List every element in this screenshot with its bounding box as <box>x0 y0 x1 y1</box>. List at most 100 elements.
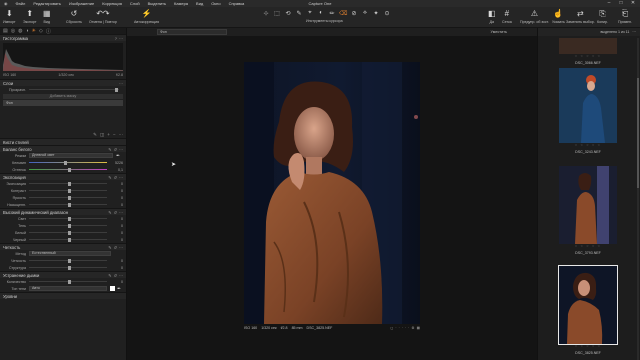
reset-icon[interactable]: ↺ <box>114 273 117 278</box>
thumbnail-image[interactable] <box>558 265 618 345</box>
thumbnail-item-selected[interactable]: ☆ ☆ ☆ ☆ ☆ DSC_3825.NEF <box>558 265 618 355</box>
more-icon[interactable]: ⋯ <box>119 147 123 152</box>
toggle-button[interactable]: ◧ Да <box>488 9 496 24</box>
replace-selection-button[interactable]: ⇄ Заменить выбор. <box>566 9 595 24</box>
help-icon[interactable]: ? <box>115 36 117 41</box>
tab-exposure-icon[interactable]: ☀ <box>32 28 36 34</box>
export-button[interactable]: ⬆ Экспорт <box>23 9 37 24</box>
highlights-slider[interactable] <box>29 216 107 221</box>
more-icon[interactable]: ⋯ <box>119 175 123 180</box>
white-balance-header[interactable]: Баланс белого ✎ ↺ ⋯ <box>0 145 126 152</box>
main-photo[interactable] <box>244 62 420 324</box>
dot-icon[interactable]: · <box>405 326 406 332</box>
levels-header[interactable]: Уровни <box>0 292 126 299</box>
dot-icon[interactable]: · <box>395 326 396 332</box>
thumbnail-item[interactable]: ☆ ☆ ☆ ☆ ☆ DSC_3243.NEF <box>559 68 617 154</box>
browser-menu-icon[interactable]: ⋯ <box>632 30 636 34</box>
tab-meta-icon[interactable]: ⓘ <box>46 28 51 35</box>
thumbnail-image[interactable] <box>559 68 617 143</box>
saturation-slider[interactable] <box>29 202 107 207</box>
delete-layer-icon[interactable]: − <box>113 132 116 137</box>
heal-tool-icon[interactable]: ⊘ <box>350 10 358 17</box>
more-icon[interactable]: ⋯ <box>119 81 123 86</box>
add-layer-icon[interactable]: + <box>107 132 110 137</box>
minimize-icon[interactable]: – <box>604 0 614 6</box>
mask-tool-icon[interactable]: ◐ <box>317 10 325 17</box>
copy-button[interactable]: ⎘ Копир. <box>597 9 608 24</box>
exposure-slider[interactable] <box>29 181 107 186</box>
compare-icon[interactable]: ◻ <box>390 326 393 332</box>
tab-capture-icon[interactable]: ◎ <box>11 28 15 34</box>
menu-window[interactable]: Окно <box>207 1 224 6</box>
thumbnail-image[interactable] <box>559 38 617 54</box>
crop-tool-icon[interactable]: ⬚ <box>273 10 281 17</box>
reset-icon[interactable]: ↺ <box>114 175 117 180</box>
eyedropper-icon[interactable]: ✒ <box>113 153 123 159</box>
more-icon[interactable]: ⋯ <box>119 245 123 250</box>
picker-icon[interactable]: ✎ <box>108 273 111 278</box>
more-icon[interactable]: ⋯ <box>119 36 123 41</box>
menu-camera[interactable]: Камера <box>170 1 192 6</box>
close-icon[interactable]: ✕ <box>628 0 638 6</box>
white-slider[interactable] <box>29 230 107 235</box>
menu-adjustments[interactable]: Коррекция <box>98 1 126 6</box>
picker-icon[interactable]: ✎ <box>108 147 111 152</box>
eyedropper-icon[interactable]: ✒ <box>115 286 123 292</box>
gradient-tool-icon[interactable]: ⟡ <box>361 10 369 17</box>
more-icon[interactable]: ⋯ <box>119 210 123 215</box>
shadow-tone-select[interactable]: Авто <box>29 286 107 291</box>
maximize-icon[interactable]: □ <box>616 0 626 6</box>
tab-color-icon[interactable]: ◑ <box>25 28 28 34</box>
black-slider[interactable] <box>29 237 107 242</box>
rotate-tool-icon[interactable]: ⟲ <box>284 10 292 17</box>
app-logo-icon[interactable]: ◉ <box>0 1 12 6</box>
hdr-header[interactable]: Высокий динамический диапазон ✎ ↺ ⋯ <box>0 208 126 215</box>
reset-icon[interactable]: ↺ <box>114 245 117 250</box>
grid-button[interactable]: # Сетка <box>502 9 512 24</box>
clarity-method-select[interactable]: Естественный <box>29 251 111 256</box>
spot-tool-icon[interactable]: ⌖ <box>306 10 314 17</box>
menu-file[interactable]: Файл <box>12 1 30 6</box>
tab-lens-icon[interactable]: ◍ <box>18 28 22 34</box>
reset-button[interactable]: ↺ Сбросить <box>66 9 82 24</box>
more-icon[interactable]: ⋯ <box>119 273 123 278</box>
thumbnail-item[interactable]: ☆ ☆ ☆ ☆ ☆ DSC_3066.NEF <box>559 38 617 65</box>
picker-icon[interactable]: ✎ <box>108 210 111 215</box>
shadows-slider[interactable] <box>29 223 107 228</box>
thumbnail-image[interactable] <box>559 166 617 244</box>
annotate-tool-icon[interactable]: ⊙ <box>383 10 391 17</box>
brightness-slider[interactable] <box>29 195 107 200</box>
eraser-tool-icon[interactable]: ⌫ <box>339 10 347 17</box>
reset-icon[interactable]: ↺ <box>114 147 117 152</box>
apply-button[interactable]: ⎗ Примен. <box>618 9 632 24</box>
clarity-slider[interactable] <box>29 258 107 263</box>
menu-help[interactable]: Справка <box>225 1 249 6</box>
menu-view[interactable]: Вид <box>192 1 207 6</box>
tab-library-icon[interactable]: ▤ <box>3 28 8 34</box>
browser-scrollbar[interactable] <box>637 38 639 360</box>
exposure-warning-button[interactable]: ⚠ Предупр. об экст. <box>520 9 549 24</box>
histogram-header[interactable]: Гистограмма ? ⋯ <box>0 34 126 41</box>
kelvin-slider[interactable] <box>29 160 107 165</box>
pan-tool-icon[interactable]: ⊹ <box>262 10 270 17</box>
fit-zoom-control[interactable]: Уместить <box>491 30 507 34</box>
viewer-layer-select[interactable]: Фон <box>157 29 227 35</box>
layer-menu-icon[interactable]: ⋯ <box>119 132 124 138</box>
point-button[interactable]: ☝ Указать <box>552 9 565 24</box>
clarity-header[interactable]: Четкость ✎ ↺ ⋯ <box>0 243 126 250</box>
menu-layer[interactable]: Слой <box>126 1 144 6</box>
reset-icon[interactable]: ↺ <box>114 210 117 215</box>
brush-icon[interactable]: ✎ <box>93 132 97 138</box>
picker-icon[interactable]: ✎ <box>108 245 111 250</box>
options-icon[interactable]: ⚙ <box>411 326 414 332</box>
layers-header[interactable]: Слои ⋯ <box>0 79 126 86</box>
image-viewer[interactable]: Фон Уместить ISO 160 1/320 сек f/2.8 85 … <box>127 28 537 360</box>
picker-icon[interactable]: ✎ <box>108 175 111 180</box>
exposure-header[interactable]: Экспозиция ✎ ↺ ⋯ <box>0 173 126 180</box>
import-button[interactable]: ⬇ Импорт <box>3 9 16 24</box>
thumbnail-item[interactable]: ☆ ☆ ☆ ☆ ☆ DSC_3793.NEF <box>559 166 617 255</box>
structure-slider[interactable] <box>29 265 107 270</box>
dehaze-slider[interactable] <box>29 279 107 284</box>
contrast-slider[interactable] <box>29 188 107 193</box>
wb-mode-select[interactable]: Дневной свет <box>29 153 113 158</box>
